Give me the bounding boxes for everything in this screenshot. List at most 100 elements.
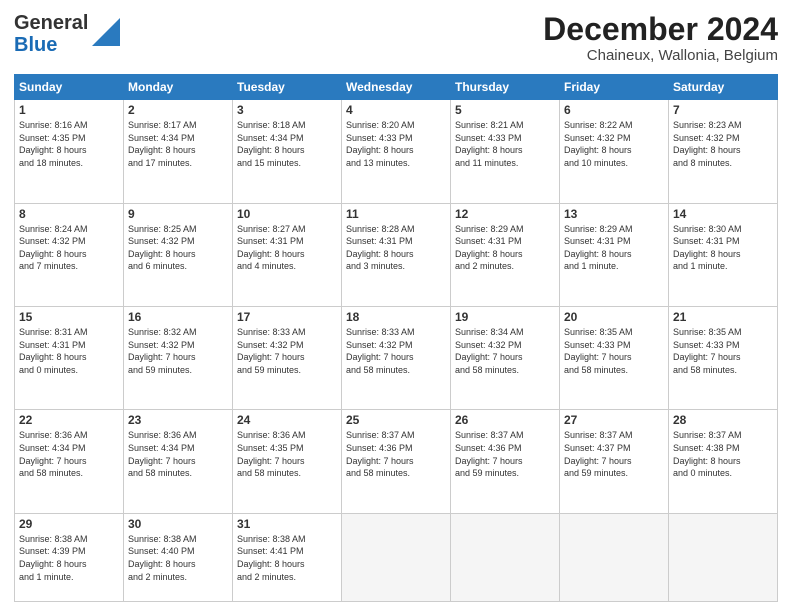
- day-info: Sunrise: 8:38 AMSunset: 4:40 PMDaylight:…: [128, 533, 228, 583]
- day-number: 20: [564, 310, 664, 324]
- table-row: 4 Sunrise: 8:20 AMSunset: 4:33 PMDaylight…: [342, 100, 451, 203]
- table-row: 15 Sunrise: 8:31 AMSunset: 4:31 PMDayligh…: [15, 307, 124, 410]
- table-row: 16 Sunrise: 8:32 AMSunset: 4:32 PMDayligh…: [124, 307, 233, 410]
- calendar-header-row: Sunday Monday Tuesday Wednesday Thursday…: [15, 75, 778, 100]
- title-block: December 2024 Chaineux, Wallonia, Belgiu…: [543, 12, 778, 64]
- table-row: [560, 513, 669, 601]
- subtitle: Chaineux, Wallonia, Belgium: [543, 47, 778, 64]
- day-info: Sunrise: 8:38 AMSunset: 4:39 PMDaylight:…: [19, 533, 119, 583]
- day-info: Sunrise: 8:33 AMSunset: 4:32 PMDaylight:…: [237, 326, 337, 376]
- header-wednesday: Wednesday: [342, 75, 451, 100]
- day-info: Sunrise: 8:31 AMSunset: 4:31 PMDaylight:…: [19, 326, 119, 376]
- table-row: 19Sunrise: 8:34 AMSunset: 4:32 PMDayligh…: [451, 307, 560, 410]
- month-title: December 2024: [543, 12, 778, 47]
- day-info: Sunrise: 8:25 AMSunset: 4:32 PMDaylight:…: [128, 223, 228, 273]
- day-info: Sunrise: 8:29 AMSunset: 4:31 PMDaylight:…: [455, 223, 555, 273]
- table-row: 30Sunrise: 8:38 AMSunset: 4:40 PMDayligh…: [124, 513, 233, 601]
- logo-blue: Blue: [14, 34, 88, 56]
- day-number: 11: [346, 207, 446, 221]
- day-info: Sunrise: 8:36 AMSunset: 4:34 PMDaylight:…: [19, 429, 119, 479]
- table-row: 12 Sunrise: 8:29 AMSunset: 4:31 PMDayligh…: [451, 203, 560, 306]
- day-info: Sunrise: 8:22 AMSunset: 4:32 PMDaylight:…: [564, 119, 664, 169]
- table-row: 31 Sunrise: 8:38 AMSunset: 4:41 PMDayligh…: [233, 513, 342, 601]
- day-info: Sunrise: 8:35 AMSunset: 4:33 PMDaylight:…: [564, 326, 664, 376]
- header-monday: Monday: [124, 75, 233, 100]
- day-number: 4: [346, 103, 446, 117]
- calendar-table: Sunday Monday Tuesday Wednesday Thursday…: [14, 74, 778, 602]
- day-number: 5: [455, 103, 555, 117]
- header-sunday: Sunday: [15, 75, 124, 100]
- day-number: 15: [19, 310, 119, 324]
- day-number: 19: [455, 310, 555, 324]
- table-row: 14Sunrise: 8:30 AMSunset: 4:31 PMDayligh…: [669, 203, 778, 306]
- day-number: 9: [128, 207, 228, 221]
- table-row: [669, 513, 778, 601]
- day-info: Sunrise: 8:38 AMSunset: 4:41 PMDaylight:…: [237, 533, 337, 583]
- table-row: [342, 513, 451, 601]
- day-info: Sunrise: 8:21 AMSunset: 4:33 PMDaylight:…: [455, 119, 555, 169]
- table-row: 7Sunrise: 8:23 AMSunset: 4:32 PMDaylight…: [669, 100, 778, 203]
- day-number: 8: [19, 207, 119, 221]
- day-number: 12: [455, 207, 555, 221]
- table-row: 1Sunrise: 8:16 AMSunset: 4:35 PMDaylight…: [15, 100, 124, 203]
- day-number: 24: [237, 413, 337, 427]
- day-info: Sunrise: 8:29 AMSunset: 4:31 PMDaylight:…: [564, 223, 664, 273]
- logo: General Blue: [14, 12, 120, 56]
- header-saturday: Saturday: [669, 75, 778, 100]
- table-row: 8Sunrise: 8:24 AMSunset: 4:32 PMDaylight…: [15, 203, 124, 306]
- logo-icon: [92, 18, 120, 46]
- day-info: Sunrise: 8:17 AMSunset: 4:34 PMDaylight:…: [128, 119, 228, 169]
- day-info: Sunrise: 8:20 AMSunset: 4:33 PMDaylight:…: [346, 119, 446, 169]
- table-row: 29 Sunrise: 8:38 AMSunset: 4:39 PMDayligh…: [15, 513, 124, 601]
- logo-text: General Blue: [14, 12, 88, 56]
- day-info: Sunrise: 8:32 AMSunset: 4:32 PMDaylight:…: [128, 326, 228, 376]
- day-number: 27: [564, 413, 664, 427]
- day-number: 21: [673, 310, 773, 324]
- page: General Blue December 2024 Chaineux, Wal…: [0, 0, 792, 612]
- table-row: 11 Sunrise: 8:28 AMSunset: 4:31 PMDayligh…: [342, 203, 451, 306]
- day-number: 3: [237, 103, 337, 117]
- day-number: 10: [237, 207, 337, 221]
- table-row: 22 Sunrise: 8:36 AMSunset: 4:34 PMDayligh…: [15, 410, 124, 513]
- table-row: 9 Sunrise: 8:25 AMSunset: 4:32 PMDaylight…: [124, 203, 233, 306]
- day-info: Sunrise: 8:36 AMSunset: 4:35 PMDaylight:…: [237, 429, 337, 479]
- day-info: Sunrise: 8:33 AMSunset: 4:32 PMDaylight:…: [346, 326, 446, 376]
- table-row: 28 Sunrise: 8:37 AMSunset: 4:38 PMDayligh…: [669, 410, 778, 513]
- header-tuesday: Tuesday: [233, 75, 342, 100]
- table-row: 10Sunrise: 8:27 AMSunset: 4:31 PMDayligh…: [233, 203, 342, 306]
- day-number: 17: [237, 310, 337, 324]
- table-row: 27 Sunrise: 8:37 AMSunset: 4:37 PMDayligh…: [560, 410, 669, 513]
- table-row: 21 Sunrise: 8:35 AMSunset: 4:33 PMDayligh…: [669, 307, 778, 410]
- table-row: 20 Sunrise: 8:35 AMSunset: 4:33 PMDayligh…: [560, 307, 669, 410]
- day-info: Sunrise: 8:18 AMSunset: 4:34 PMDaylight:…: [237, 119, 337, 169]
- day-number: 31: [237, 517, 337, 531]
- day-number: 29: [19, 517, 119, 531]
- table-row: 3 Sunrise: 8:18 AMSunset: 4:34 PMDaylight…: [233, 100, 342, 203]
- table-row: 24 Sunrise: 8:36 AMSunset: 4:35 PMDayligh…: [233, 410, 342, 513]
- day-number: 1: [19, 103, 119, 117]
- table-row: 2 Sunrise: 8:17 AMSunset: 4:34 PMDaylight…: [124, 100, 233, 203]
- day-number: 28: [673, 413, 773, 427]
- day-number: 16: [128, 310, 228, 324]
- day-info: Sunrise: 8:37 AMSunset: 4:36 PMDaylight:…: [346, 429, 446, 479]
- day-number: 18: [346, 310, 446, 324]
- header-friday: Friday: [560, 75, 669, 100]
- day-info: Sunrise: 8:37 AMSunset: 4:37 PMDaylight:…: [564, 429, 664, 479]
- logo-general: General: [14, 12, 88, 34]
- table-row: 6Sunrise: 8:22 AMSunset: 4:32 PMDaylight…: [560, 100, 669, 203]
- header: General Blue December 2024 Chaineux, Wal…: [14, 12, 778, 64]
- day-number: 13: [564, 207, 664, 221]
- day-number: 22: [19, 413, 119, 427]
- day-number: 25: [346, 413, 446, 427]
- day-info: Sunrise: 8:28 AMSunset: 4:31 PMDaylight:…: [346, 223, 446, 273]
- table-row: 17 Sunrise: 8:33 AMSunset: 4:32 PMDayligh…: [233, 307, 342, 410]
- header-thursday: Thursday: [451, 75, 560, 100]
- table-row: [451, 513, 560, 601]
- day-number: 2: [128, 103, 228, 117]
- day-info: Sunrise: 8:23 AMSunset: 4:32 PMDaylight:…: [673, 119, 773, 169]
- table-row: 25 Sunrise: 8:37 AMSunset: 4:36 PMDayligh…: [342, 410, 451, 513]
- day-info: Sunrise: 8:36 AMSunset: 4:34 PMDaylight:…: [128, 429, 228, 479]
- day-info: Sunrise: 8:35 AMSunset: 4:33 PMDaylight:…: [673, 326, 773, 376]
- day-info: Sunrise: 8:37 AMSunset: 4:38 PMDaylight:…: [673, 429, 773, 479]
- day-info: Sunrise: 8:37 AMSunset: 4:36 PMDaylight:…: [455, 429, 555, 479]
